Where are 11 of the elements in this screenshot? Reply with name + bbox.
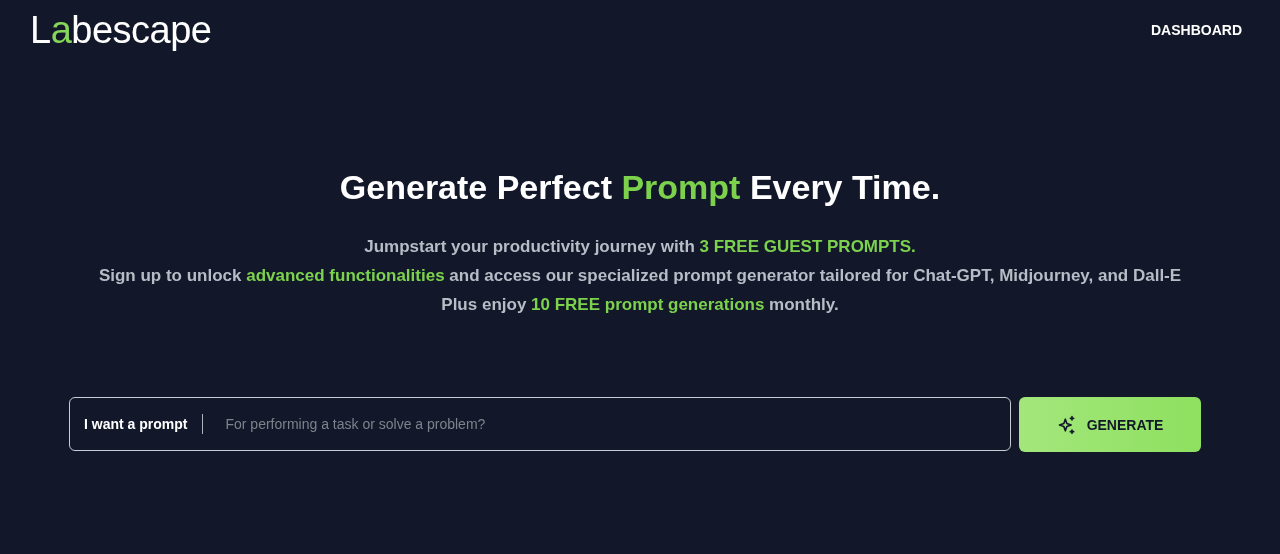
logo[interactable]: Labescape [30, 8, 212, 52]
prompt-field[interactable]: I want a prompt For performing a task or solve a problem? [69, 397, 1011, 451]
field-label: I want a prompt [84, 416, 188, 432]
sparkle-icon [1056, 414, 1077, 435]
hero-description-line: Jumpstart your productivity journey with 3 FREE GUEST PROMPTS. [364, 237, 916, 257]
hero-description-line: Sign up to unlock advanced functionalities and access our specialized prompt generator tailored for Chat-GPT, Midjourney, and Dall-E [98, 266, 1182, 286]
hero-description-line: Plus enjoy 10 FREE prompt generations monthly. [441, 295, 839, 315]
prompt-input[interactable]: For performing a task or solve a problem? [223, 415, 996, 433]
nav-link[interactable]: DASHBOARD [1151, 22, 1242, 38]
generate-button[interactable]: GENERATE [1019, 397, 1201, 452]
hero-heading: Generate Perfect Prompt Every Time. [339, 168, 941, 207]
